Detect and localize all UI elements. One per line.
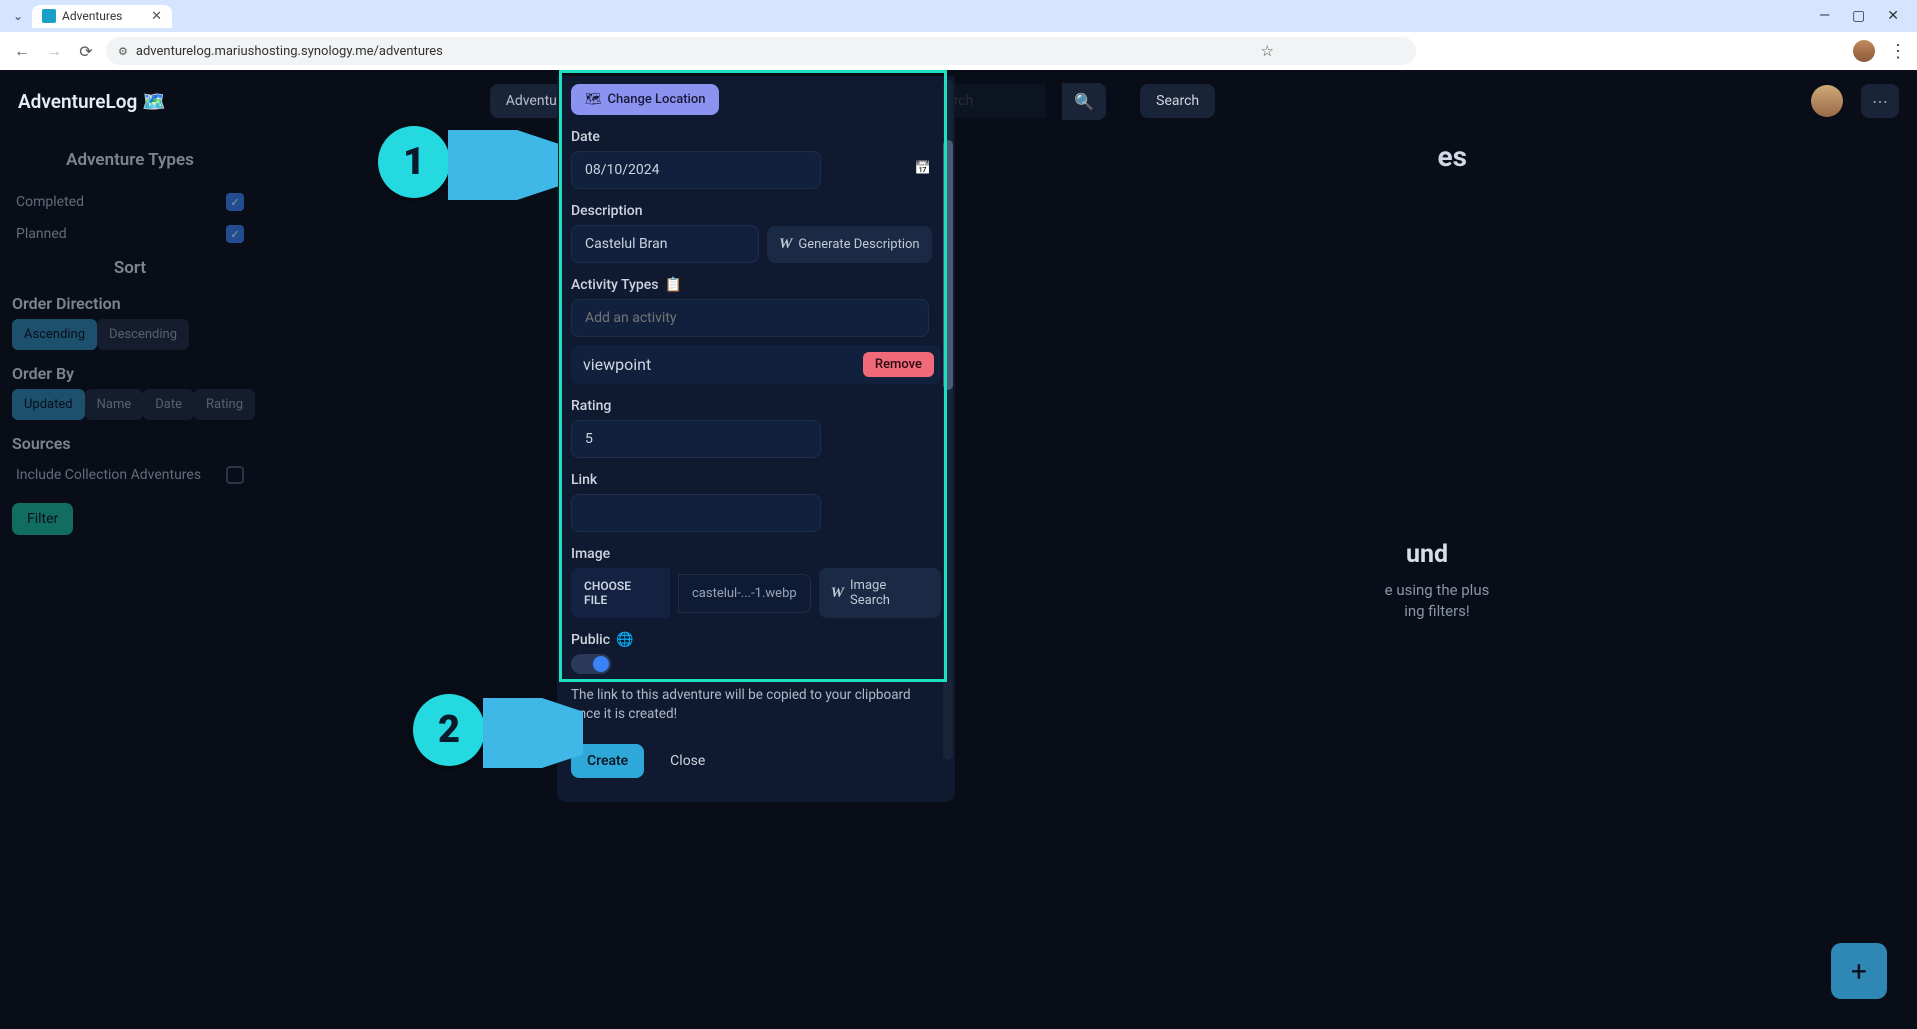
activity-input[interactable]	[571, 299, 929, 337]
clipboard-icon: 📋	[664, 277, 681, 293]
search-button[interactable]: Search	[1140, 84, 1215, 118]
link-label: Link	[571, 472, 941, 488]
sidebar-sort-title: Sort	[12, 258, 248, 278]
wikipedia-icon: W	[831, 585, 844, 602]
tab-close-icon[interactable]: ✕	[151, 9, 162, 24]
site-settings-icon[interactable]: ⚙	[118, 45, 128, 58]
sidebar-completed-label: Completed	[16, 194, 84, 210]
image-search-button[interactable]: W Image Search	[819, 568, 941, 618]
app-logo[interactable]: AdventureLog 🗺️	[18, 90, 166, 113]
public-label: Public 🌐	[571, 632, 941, 648]
link-input[interactable]	[571, 494, 821, 532]
choose-file-button[interactable]: CHOOSE FILE	[571, 568, 670, 618]
description-label: Description	[571, 203, 941, 219]
empty-line-1: e using the plus	[1385, 581, 1490, 599]
maximize-icon[interactable]: ▢	[1852, 8, 1865, 24]
sidebar-types-title: Adventure Types	[12, 150, 248, 170]
orderby-date[interactable]: Date	[143, 389, 194, 420]
rating-label: Rating	[571, 398, 941, 414]
annotation-badge-2: 2	[413, 694, 485, 766]
modal-scrollbar[interactable]	[943, 80, 953, 760]
order-by-label: Order By	[12, 364, 248, 383]
public-note: The link to this adventure will be copie…	[571, 686, 931, 724]
filter-button[interactable]: Filter	[12, 503, 73, 535]
order-direction-label: Order Direction	[12, 294, 248, 313]
change-location-label: Change Location	[608, 92, 706, 107]
sources-label: Sources	[12, 434, 248, 453]
url-bar[interactable]: ⚙ adventurelog.mariushosting.synology.me…	[106, 37, 1416, 65]
change-location-button[interactable]: 🗺 Change Location	[571, 84, 719, 115]
generate-description-label: Generate Description	[798, 237, 919, 252]
tab-title: Adventures	[62, 9, 122, 23]
chrome-menu-icon[interactable]: ⋮	[1889, 41, 1907, 62]
include-collection-checkbox[interactable]	[226, 466, 244, 484]
tab-favicon	[42, 9, 56, 23]
empty-line-2: ing filters!	[1404, 602, 1470, 620]
descending-button[interactable]: Descending	[97, 319, 189, 350]
sidebar-planned-label: Planned	[16, 226, 67, 242]
annotation-arrow-2	[483, 698, 583, 768]
image-label: Image	[571, 546, 941, 562]
public-toggle[interactable]	[571, 654, 611, 674]
page-title-partial: es	[1437, 140, 1467, 173]
app-menu-icon[interactable]: ⋯	[1861, 84, 1899, 118]
minimize-icon[interactable]: —	[1819, 8, 1830, 24]
adventure-modal: 🗺 Change Location Date Description W Gen…	[557, 76, 955, 802]
logo-text: AdventureLog 🗺️	[18, 90, 166, 113]
user-avatar[interactable]	[1811, 85, 1843, 117]
completed-checkbox[interactable]: ✓	[226, 193, 244, 211]
annotation-arrow-1	[448, 130, 558, 200]
wikipedia-icon: W	[779, 236, 792, 253]
date-label: Date	[571, 129, 941, 145]
annotation-badge-1: 1	[378, 126, 450, 198]
planned-checkbox[interactable]: ✓	[226, 225, 244, 243]
forward-icon[interactable]: →	[42, 39, 66, 63]
image-search-label: Image Search	[850, 578, 929, 608]
date-input[interactable]	[571, 151, 821, 189]
activity-types-label: Activity Types 📋	[571, 277, 941, 293]
orderby-rating[interactable]: Rating	[194, 389, 255, 420]
include-collection-label: Include Collection Adventures	[16, 467, 201, 483]
activity-tag: viewpoint	[583, 355, 651, 374]
search-icon[interactable]: 🔍	[1062, 83, 1106, 120]
ascending-button[interactable]: Ascending	[12, 319, 97, 350]
bookmark-star-icon[interactable]: ☆	[1261, 42, 1274, 60]
empty-state-title: und	[1327, 540, 1527, 569]
remove-activity-button[interactable]: Remove	[863, 352, 934, 377]
add-fab-button[interactable]: +	[1831, 943, 1887, 999]
map-icon: 🗺	[585, 92, 602, 107]
browser-tab[interactable]: Adventures ✕	[32, 5, 172, 28]
generate-description-button[interactable]: W Generate Description	[767, 226, 932, 263]
back-icon[interactable]: ←	[10, 39, 34, 63]
profile-avatar-icon[interactable]	[1853, 40, 1875, 62]
description-input[interactable]	[571, 225, 759, 263]
close-window-icon[interactable]: ✕	[1887, 8, 1899, 24]
reload-icon[interactable]: ⟳	[74, 39, 98, 63]
orderby-name[interactable]: Name	[85, 389, 144, 420]
rating-input[interactable]	[571, 420, 821, 458]
orderby-updated[interactable]: Updated	[12, 389, 85, 420]
close-button[interactable]: Close	[654, 744, 721, 778]
url-text: adventurelog.mariushosting.synology.me/a…	[136, 44, 443, 59]
file-name-display: castelul-...-1.webp	[678, 574, 811, 613]
tab-dropdown-icon[interactable]: ⌄	[8, 6, 28, 26]
globe-icon: 🌐	[616, 632, 633, 648]
